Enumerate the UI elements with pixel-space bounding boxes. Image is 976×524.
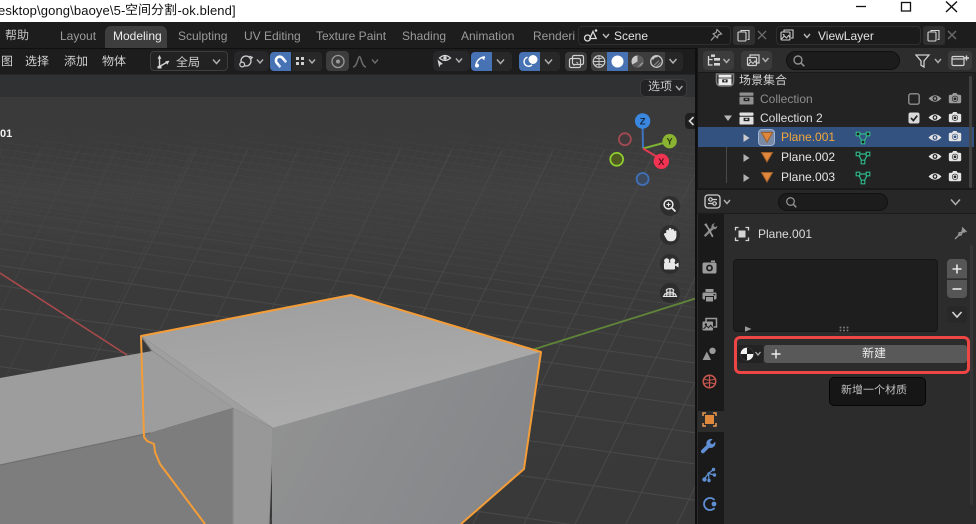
svg-text:X: X	[658, 157, 665, 168]
svg-text:Z: Z	[640, 117, 646, 128]
svg-text:Y: Y	[667, 137, 673, 147]
